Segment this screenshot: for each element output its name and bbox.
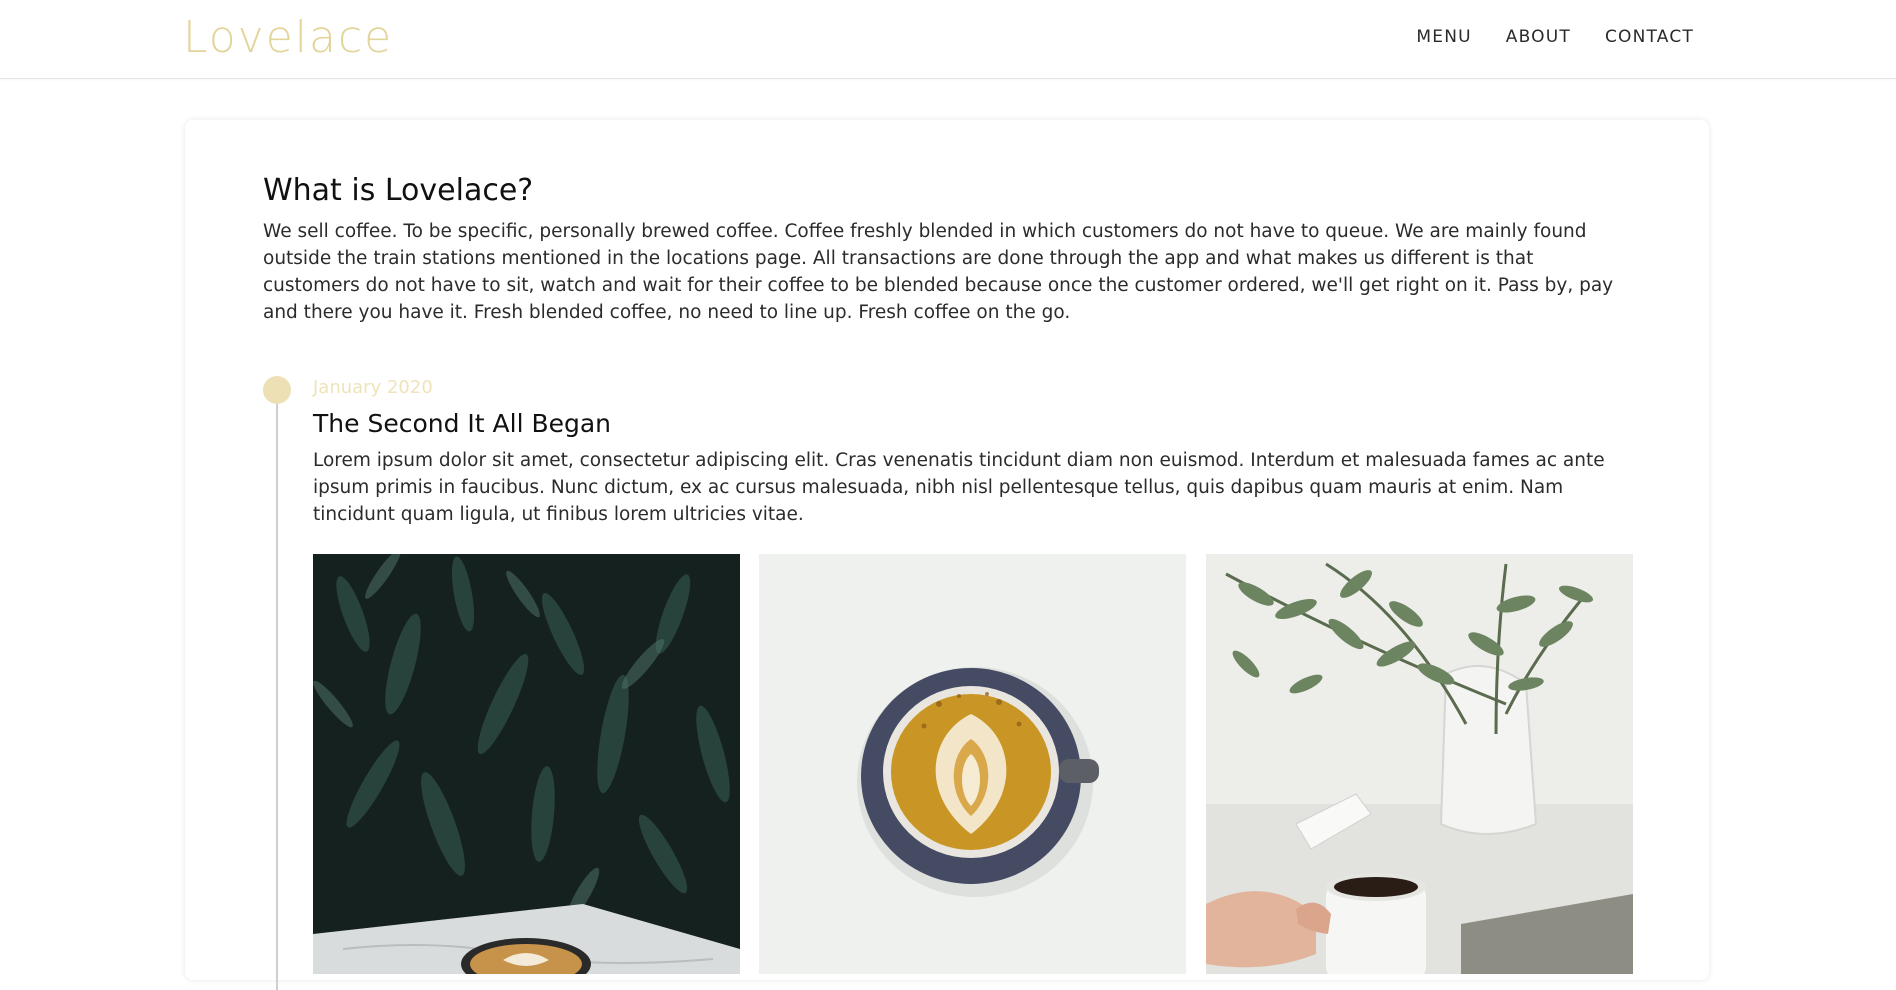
coffee-mug-with-plant-photo [1206, 554, 1633, 974]
intro-text: We sell coffee. To be specific, personal… [263, 221, 1614, 323]
intro-title: What is Lovelace? [263, 173, 534, 208]
nav-contact-link[interactable]: CONTACT [1605, 26, 1694, 48]
timeline-entry-date: January 2020 [313, 377, 433, 398]
timeline-entry-title: The Second It All Began [313, 409, 612, 438]
timeline-entry-text: Lorem ipsum dolor sit amet, consectetur … [313, 450, 1605, 525]
main-nav: MENU ABOUT CONTACT [1416, 26, 1694, 48]
nav-about-link[interactable]: ABOUT [1506, 26, 1571, 48]
about-card: What is Lovelace? We sell coffee. To be … [185, 120, 1709, 990]
latte-with-fern-photo [313, 554, 740, 974]
timeline-dot [263, 376, 291, 404]
site-header: Lovelace MENU ABOUT CONTACT [0, 0, 1896, 79]
brand-logo[interactable]: Lovelace [183, 10, 393, 66]
nav-menu-link[interactable]: MENU [1416, 26, 1471, 48]
timeline-line [276, 390, 278, 990]
photo-gallery [313, 554, 1633, 974]
latte-art-cup-photo [759, 554, 1186, 974]
